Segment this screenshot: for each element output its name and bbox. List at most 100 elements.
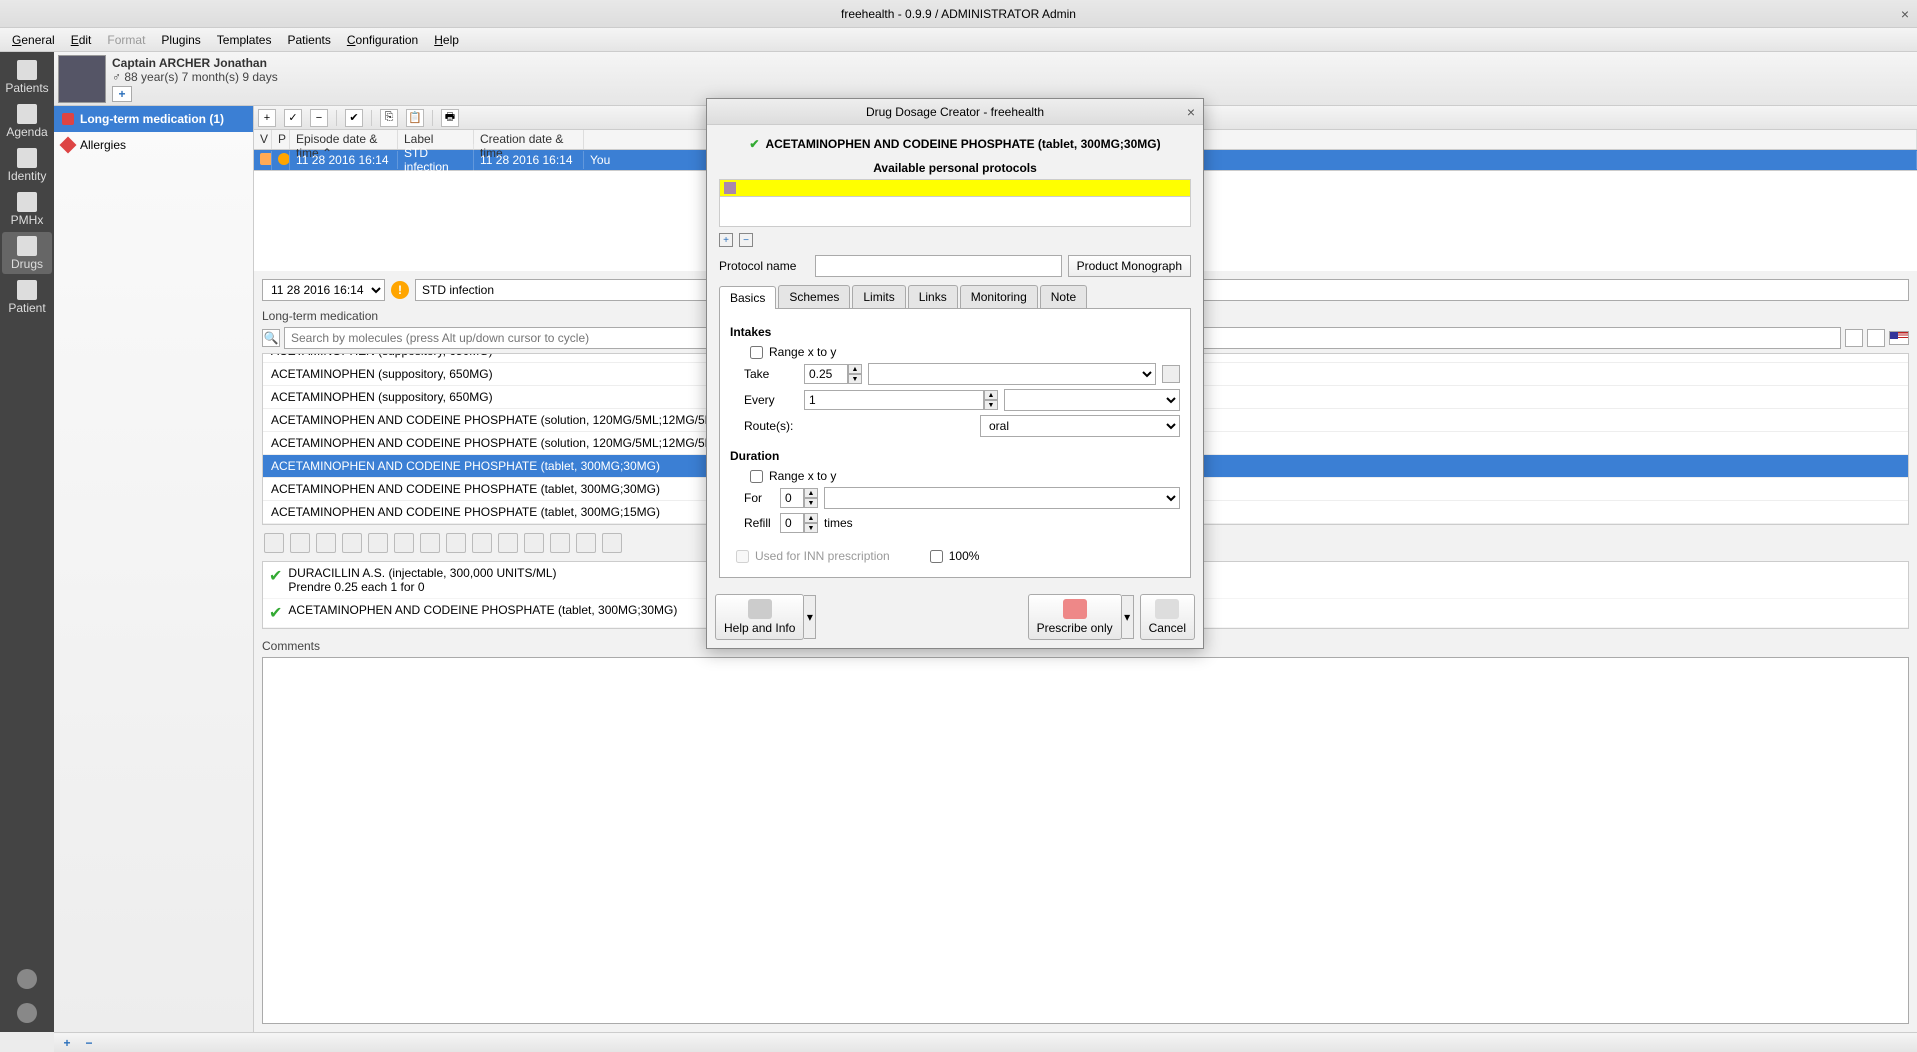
spinner-up-icon[interactable]: ▲	[804, 513, 818, 523]
dialog-tabs: Basics Schemes Limits Links Monitoring N…	[719, 285, 1191, 309]
window-close-icon[interactable]: ×	[1901, 6, 1909, 22]
episode-date-select[interactable]: 11 28 2016 16:14	[262, 279, 385, 301]
inn-checkbox	[736, 550, 749, 563]
patient-add-button[interactable]: +	[112, 86, 132, 102]
comments-textarea[interactable]	[262, 657, 1909, 1024]
col-episode-date[interactable]: Episode date & time ⌃	[290, 130, 398, 149]
prescribe-dropdown-icon[interactable]: ▾	[1122, 595, 1134, 639]
sidebar-power-icon[interactable]	[9, 998, 45, 1028]
action-patient-icon[interactable]	[602, 533, 622, 553]
prescribe-only-button[interactable]: Prescribe only	[1028, 594, 1122, 640]
sidebar-patients[interactable]: Patients	[2, 56, 52, 98]
sidebar-drugs[interactable]: Drugs	[2, 232, 52, 274]
window-title: freehealth - 0.9.9 / ADMINISTRATOR Admin	[841, 7, 1076, 21]
action-time-icon[interactable]	[576, 533, 596, 553]
spinner-up-icon[interactable]: ▲	[984, 390, 998, 400]
range-duration-checkbox[interactable]	[750, 470, 763, 483]
route-select[interactable]: oral	[980, 415, 1180, 437]
flag-us-icon[interactable]	[1889, 331, 1909, 345]
sidebar-patient[interactable]: Patient	[2, 276, 52, 318]
tab-note[interactable]: Note	[1040, 285, 1087, 308]
tab-basics[interactable]: Basics	[719, 286, 776, 309]
menu-plugins[interactable]: Plugins	[155, 31, 206, 49]
search-icon[interactable]: 🔍	[262, 329, 280, 347]
action-save-icon[interactable]	[316, 533, 336, 553]
col-creation-date[interactable]: Creation date & time	[474, 130, 584, 149]
action-down-icon[interactable]	[446, 533, 466, 553]
tab-monitoring[interactable]: Monitoring	[960, 285, 1038, 308]
action-sign-icon[interactable]	[394, 533, 414, 553]
refill-spinner[interactable]	[780, 513, 804, 533]
menu-general[interactable]: General	[6, 31, 61, 49]
sidebar-pmhx[interactable]: PMHx	[2, 188, 52, 230]
range-intakes-checkbox[interactable]	[750, 346, 763, 359]
col-p[interactable]: P	[272, 130, 290, 149]
spinner-up-icon[interactable]: ▲	[848, 364, 862, 374]
menu-help[interactable]: Help	[428, 31, 465, 49]
sidebar-identity[interactable]: Identity	[2, 144, 52, 186]
drugs-icon	[17, 236, 37, 256]
for-spinner[interactable]	[780, 488, 804, 508]
toolbar-copy-icon[interactable]: ⎘	[380, 109, 398, 127]
search-tool-2-icon[interactable]	[1867, 329, 1885, 347]
tab-schemes[interactable]: Schemes	[778, 285, 850, 308]
action-print-icon[interactable]	[368, 533, 388, 553]
take-spinner[interactable]	[804, 364, 848, 384]
statusbar-remove-icon[interactable]: −	[82, 1036, 96, 1050]
spinner-down-icon[interactable]: ▼	[804, 498, 818, 508]
action-open-icon[interactable]	[290, 533, 310, 553]
statusbar-add-icon[interactable]: +	[60, 1036, 74, 1050]
action-up-icon[interactable]	[472, 533, 492, 553]
hundred-percent-checkbox[interactable]	[930, 550, 943, 563]
toolbar-print-icon[interactable]: 🖶	[441, 109, 459, 127]
dialog-close-icon[interactable]: ×	[1187, 104, 1195, 120]
action-edit-icon[interactable]	[524, 533, 544, 553]
menu-patients[interactable]: Patients	[281, 31, 336, 49]
action-back-icon[interactable]	[264, 533, 284, 553]
menu-edit[interactable]: Edit	[65, 31, 98, 49]
search-tool-1-icon[interactable]	[1845, 329, 1863, 347]
protocol-highlighted-row[interactable]	[719, 179, 1191, 197]
sidebar-user-icon[interactable]	[9, 964, 45, 994]
intakes-label: Intakes	[730, 325, 1180, 339]
toolbar-remove-icon[interactable]: −	[310, 109, 328, 127]
dialog-title: Drug Dosage Creator - freehealth	[866, 105, 1044, 119]
warning-icon: !	[391, 281, 409, 299]
action-sort-icon[interactable]	[498, 533, 518, 553]
protocol-name-input[interactable]	[815, 255, 1062, 277]
category-long-term-medication[interactable]: Long-term medication (1)	[54, 106, 253, 132]
edit-icon	[724, 182, 736, 194]
toolbar-check-icon[interactable]: ✔	[345, 109, 363, 127]
protocol-list-blank	[719, 197, 1191, 227]
take-edit-icon[interactable]	[1162, 365, 1180, 383]
every-unit-select[interactable]	[1004, 389, 1180, 411]
menu-templates[interactable]: Templates	[211, 31, 278, 49]
cancel-button[interactable]: Cancel	[1140, 594, 1195, 640]
take-unit-select[interactable]	[868, 363, 1156, 385]
action-interaction-icon[interactable]	[550, 533, 570, 553]
help-info-button[interactable]: Help and Info	[715, 594, 804, 640]
product-monograph-button[interactable]: Product Monograph	[1068, 255, 1191, 277]
action-remove-icon[interactable]	[420, 533, 440, 553]
col-v[interactable]: V	[254, 130, 272, 149]
action-export-icon[interactable]	[342, 533, 362, 553]
spinner-down-icon[interactable]: ▼	[984, 400, 998, 410]
protocol-remove-icon[interactable]: −	[739, 233, 753, 247]
help-dropdown-icon[interactable]: ▾	[804, 595, 816, 639]
tab-links[interactable]: Links	[908, 285, 958, 308]
spinner-up-icon[interactable]: ▲	[804, 488, 818, 498]
category-allergies[interactable]: Allergies	[54, 132, 253, 158]
toolbar-add-icon[interactable]: +	[258, 109, 276, 127]
toolbar-paste-icon[interactable]: 📋	[406, 109, 424, 127]
toolbar-validate-icon[interactable]: ✓	[284, 109, 302, 127]
sidebar-agenda[interactable]: Agenda	[2, 100, 52, 142]
check-icon: ✔	[269, 603, 282, 623]
spinner-down-icon[interactable]: ▼	[848, 374, 862, 384]
spinner-down-icon[interactable]: ▼	[804, 523, 818, 533]
for-unit-select[interactable]	[824, 487, 1180, 509]
every-spinner[interactable]	[804, 390, 984, 410]
tab-limits[interactable]: Limits	[852, 285, 905, 308]
menu-configuration[interactable]: Configuration	[341, 31, 424, 49]
protocol-add-icon[interactable]: +	[719, 233, 733, 247]
cancel-icon	[1155, 599, 1179, 619]
